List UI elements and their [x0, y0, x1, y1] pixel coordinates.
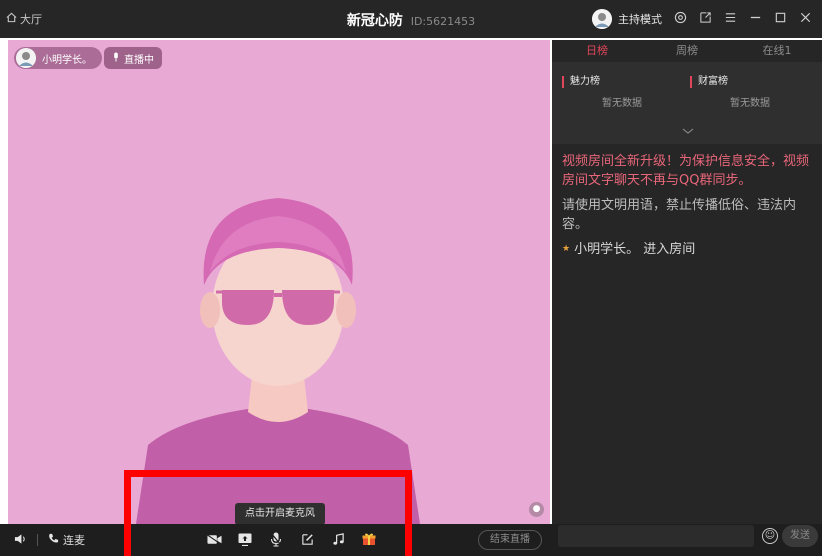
host-avatar — [16, 48, 36, 68]
chat-log: 视频房间全新升级！为保护信息安全，视频房间文字聊天不再与QQ群同步。 请使用文明… — [562, 152, 814, 259]
charm-ranking: 魅力榜 暂无数据 — [562, 76, 682, 109]
host-mode-button[interactable]: 主持模式 — [592, 9, 662, 29]
announcement-message: 视频房间全新升级！为保护信息安全，视频房间文字聊天不再与QQ群同步。 — [562, 154, 810, 188]
chevron-down-icon[interactable] — [682, 126, 694, 137]
settings-icon[interactable] — [674, 11, 687, 27]
video-stage[interactable]: 小明学长。 直播中 ● — [8, 40, 550, 524]
wealth-empty: 暂无数据 — [730, 98, 770, 109]
highlight-box — [124, 470, 412, 556]
tab-daily[interactable]: 日榜 — [552, 40, 642, 62]
external-icon[interactable] — [699, 11, 712, 27]
tab-online[interactable]: 在线1 — [732, 40, 822, 62]
ranking-tabs: 日榜 周榜 在线1 — [552, 40, 822, 62]
ranking-area: 魅力榜 暂无数据 财富榜 暂无数据 — [552, 62, 822, 144]
volume-icon[interactable] — [14, 533, 27, 548]
charm-title: 魅力榜 — [562, 76, 682, 88]
close-icon[interactable] — [799, 11, 812, 27]
host-avatar-illustration — [136, 198, 420, 524]
connect-mic-button[interactable]: 连麦 — [48, 532, 85, 548]
right-panel: 日榜 周榜 在线1 魅力榜 暂无数据 财富榜 暂无数据 视频房间全新升级！为保护… — [552, 40, 822, 524]
live-label: 直播中 — [124, 54, 154, 66]
stage-mic-icon[interactable]: ● — [529, 502, 544, 517]
enter-room-message: ★ 小明学长。 进入房间 — [562, 240, 814, 259]
emoji-icon[interactable]: ☺ — [762, 528, 778, 544]
menu-icon[interactable] — [724, 11, 737, 27]
chat-input[interactable] — [558, 525, 754, 547]
room-id: ID:5621453 — [410, 15, 476, 28]
title-bar: 大厅 新冠心防 ID:5621453 主持模式 — [0, 0, 822, 38]
charm-empty: 暂无数据 — [602, 98, 642, 109]
rules-message: 请使用文明用语，禁止传播低俗、违法内容。 — [562, 198, 797, 232]
user-enter-icon: ★ — [562, 244, 571, 254]
live-status-badge: 直播中 — [104, 47, 162, 69]
avatar — [592, 9, 612, 29]
phone-icon — [48, 533, 59, 547]
divider — [37, 534, 38, 546]
minimize-icon[interactable] — [749, 11, 762, 27]
enter-message-text: 小明学长。 进入房间 — [574, 242, 696, 257]
host-name: 小明学长。 — [42, 54, 92, 66]
mic-status-icon — [112, 52, 120, 65]
tab-weekly[interactable]: 周榜 — [642, 40, 732, 62]
send-button[interactable]: 发送 — [782, 525, 818, 547]
maximize-icon[interactable] — [774, 11, 787, 27]
end-live-button[interactable]: 结束直播 — [478, 530, 542, 550]
room-name: 新冠心防 — [346, 13, 403, 29]
connect-label: 连麦 — [63, 534, 85, 547]
wealth-title: 财富榜 — [690, 76, 810, 88]
host-mode-label: 主持模式 — [618, 13, 662, 26]
host-info-pill[interactable]: 小明学长。 — [14, 47, 102, 69]
wealth-ranking: 财富榜 暂无数据 — [690, 76, 810, 109]
